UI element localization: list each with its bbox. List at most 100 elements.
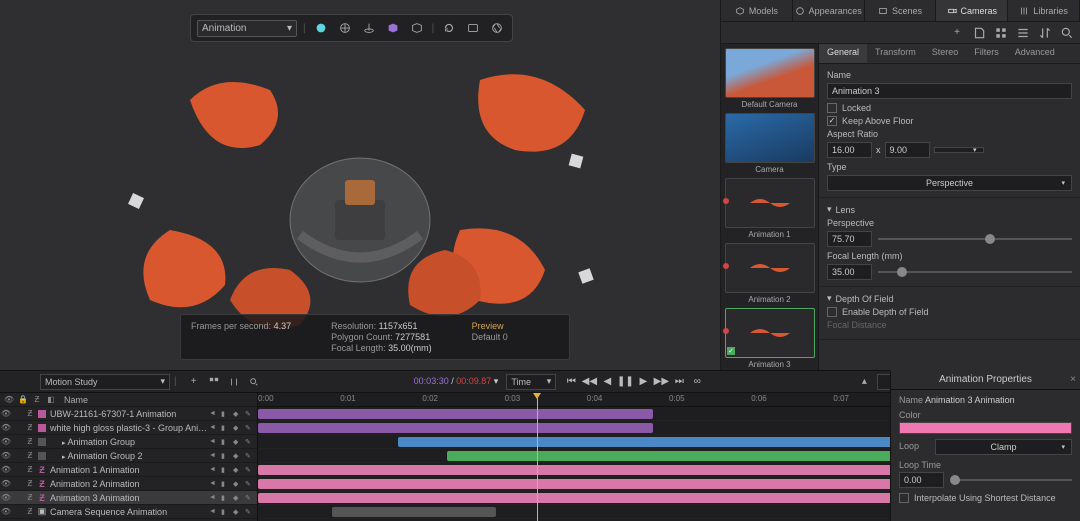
loop-time-input[interactable]: [899, 472, 944, 488]
anim-toggle[interactable]: Ƶ: [24, 507, 36, 516]
camera-thumb[interactable]: Camera: [725, 113, 814, 174]
solo-icon[interactable]: ▮: [221, 424, 231, 432]
goto-start-icon[interactable]: ⏮: [564, 375, 578, 389]
camera-thumb[interactable]: ✓Animation 3: [725, 308, 814, 369]
aspect-h-input[interactable]: [885, 142, 930, 158]
anim-toggle[interactable]: Ƶ: [24, 409, 36, 418]
visibility-toggle[interactable]: 👁: [0, 423, 12, 432]
ground-icon[interactable]: [360, 19, 378, 37]
wireframe-icon[interactable]: [336, 19, 354, 37]
tab-models[interactable]: Models: [721, 0, 793, 21]
tab-libraries[interactable]: Libraries: [1008, 0, 1080, 21]
solo-icon[interactable]: ▮: [221, 410, 231, 418]
add-icon[interactable]: +: [950, 26, 964, 40]
tab-appearances[interactable]: Appearances: [793, 0, 865, 21]
timeline-clip[interactable]: [332, 507, 496, 517]
edit-icon[interactable]: ✎: [245, 466, 255, 474]
play-reverse-icon[interactable]: ◀: [600, 375, 614, 389]
pause-icon[interactable]: ❚❚: [618, 375, 632, 389]
visibility-toggle[interactable]: 👁: [0, 409, 12, 418]
mute-icon[interactable]: ◄: [209, 508, 219, 516]
cube-icon[interactable]: [384, 19, 402, 37]
refresh-icon[interactable]: [440, 19, 458, 37]
snapshot-icon[interactable]: [464, 19, 482, 37]
loop-time-slider[interactable]: [950, 479, 1072, 481]
search2-icon[interactable]: [247, 375, 261, 389]
key-icon[interactable]: ◆: [233, 424, 243, 432]
list-icon[interactable]: [1016, 26, 1030, 40]
solo-icon[interactable]: ▮: [221, 438, 231, 446]
camera-thumb[interactable]: Animation 1: [725, 178, 814, 239]
perspective-slider[interactable]: [878, 238, 1072, 240]
grid-icon[interactable]: [994, 26, 1008, 40]
sort-icon[interactable]: [1038, 26, 1052, 40]
grid2-icon[interactable]: [207, 375, 221, 389]
visibility-toggle[interactable]: 👁: [0, 479, 12, 488]
tab-stereo[interactable]: Stereo: [924, 44, 967, 63]
mute-icon[interactable]: ◄: [209, 424, 219, 432]
timeline-clip[interactable]: [258, 423, 653, 433]
cursor-icon[interactable]: ▴: [857, 375, 871, 389]
next-frame-icon[interactable]: ▶▶: [654, 375, 668, 389]
edit-icon[interactable]: ✎: [245, 410, 255, 418]
visibility-toggle[interactable]: 👁: [0, 507, 12, 516]
sort2-icon[interactable]: [227, 375, 241, 389]
col-visibility-icon[interactable]: 👁: [4, 395, 14, 404]
solo-icon[interactable]: ▮: [221, 494, 231, 502]
track-row[interactable]: 👁ƵƵAnimation 3 Animation◄▮◆✎: [0, 491, 257, 505]
loop-icon[interactable]: ∞: [690, 375, 704, 389]
mute-icon[interactable]: ◄: [209, 480, 219, 488]
locked-checkbox[interactable]: Locked: [827, 103, 1072, 113]
animation-color-swatch[interactable]: [899, 422, 1072, 434]
solo-icon[interactable]: ▮: [221, 480, 231, 488]
tab-general[interactable]: General: [819, 44, 867, 63]
mute-icon[interactable]: ◄: [209, 494, 219, 502]
tab-cameras[interactable]: Cameras: [936, 0, 1008, 21]
mute-icon[interactable]: ◄: [209, 410, 219, 418]
edit-icon[interactable]: ✎: [245, 452, 255, 460]
motion-study-dropdown[interactable]: Motion Study▾: [40, 374, 170, 390]
track-row[interactable]: 👁ƵƵAnimation 2 Animation◄▮◆✎: [0, 477, 257, 491]
col-anim-icon[interactable]: Ƶ: [32, 395, 42, 404]
mute-icon[interactable]: ◄: [209, 466, 219, 474]
aspect-w-input[interactable]: [827, 142, 872, 158]
col-type-icon[interactable]: ◧: [46, 395, 56, 404]
anim-toggle[interactable]: Ƶ: [24, 423, 36, 432]
camera-name-input[interactable]: [827, 83, 1072, 99]
key-icon[interactable]: ◆: [233, 452, 243, 460]
track-row[interactable]: 👁Ƶ▸Animation Group◄▮◆✎: [0, 435, 257, 449]
cube2-icon[interactable]: [408, 19, 426, 37]
edit-icon[interactable]: ✎: [245, 508, 255, 516]
track-row[interactable]: 👁ƵUBW-21161-67307-1 Animation◄▮◆✎: [0, 407, 257, 421]
key-icon[interactable]: ◆: [233, 480, 243, 488]
tab-advanced[interactable]: Advanced: [1007, 44, 1063, 63]
anim-toggle[interactable]: Ƶ: [24, 437, 36, 446]
interpolate-checkbox[interactable]: Interpolate Using Shortest Distance: [899, 493, 1072, 503]
tab-filters[interactable]: Filters: [966, 44, 1007, 63]
anim-toggle[interactable]: Ƶ: [24, 479, 36, 488]
visibility-toggle[interactable]: 👁: [0, 493, 12, 502]
edit-icon[interactable]: ✎: [245, 480, 255, 488]
camera-thumb[interactable]: Animation 2: [725, 243, 814, 304]
goto-end-icon[interactable]: ⏭: [672, 375, 686, 389]
key-icon[interactable]: ◆: [233, 410, 243, 418]
time-mode-dropdown[interactable]: Time▾: [506, 374, 556, 390]
search-icon[interactable]: [1060, 26, 1074, 40]
anim-toggle[interactable]: Ƶ: [24, 451, 36, 460]
mute-icon[interactable]: ◄: [209, 438, 219, 446]
col-lock-icon[interactable]: 🔒: [18, 395, 28, 404]
close-icon[interactable]: ×: [1070, 374, 1076, 385]
timeline-clip[interactable]: [258, 409, 653, 419]
focal-length-slider[interactable]: [878, 271, 1072, 273]
enable-dof-checkbox[interactable]: Enable Depth of Field: [827, 307, 1072, 317]
sphere-icon[interactable]: [312, 19, 330, 37]
add-track-icon[interactable]: +: [187, 375, 201, 389]
visibility-toggle[interactable]: 👁: [0, 465, 12, 474]
edit-icon[interactable]: ✎: [245, 424, 255, 432]
import-icon[interactable]: [972, 26, 986, 40]
anim-toggle[interactable]: Ƶ: [24, 493, 36, 502]
key-icon[interactable]: ◆: [233, 494, 243, 502]
camera-type-dropdown[interactable]: Perspective: [827, 175, 1072, 191]
track-row[interactable]: 👁ƵƵAnimation 1 Animation◄▮◆✎: [0, 463, 257, 477]
dof-header[interactable]: ▾Depth Of Field: [827, 293, 1072, 304]
